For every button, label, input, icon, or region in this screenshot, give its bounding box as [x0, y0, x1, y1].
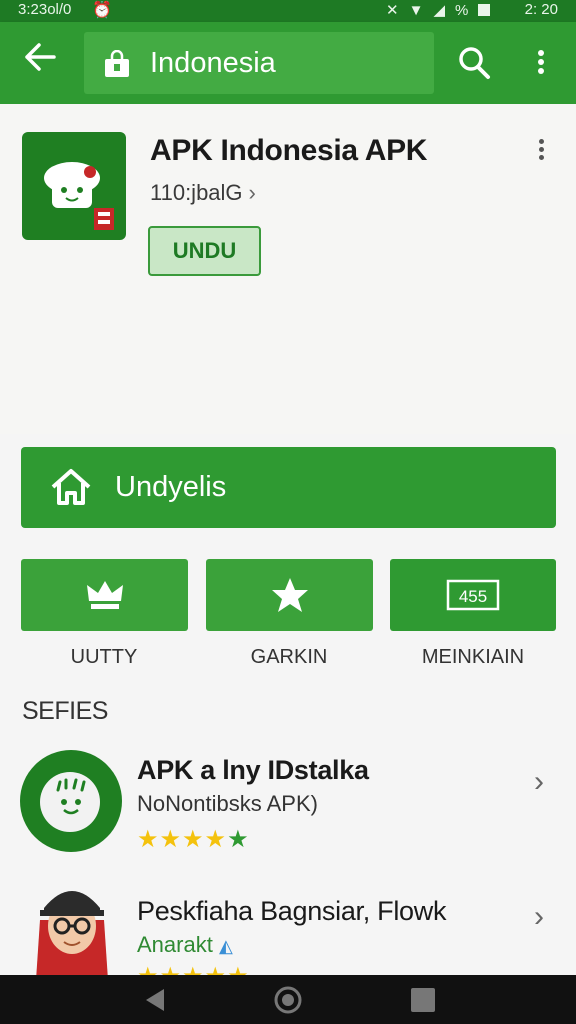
developer-name: 110:jbalG	[150, 180, 243, 205]
tile-garkin[interactable]	[206, 559, 373, 631]
section-title: SEFIES	[22, 697, 108, 725]
search-icon	[459, 47, 490, 79]
mascot-icon	[56, 778, 86, 815]
status-time-left: 3:23ol/0	[18, 1, 72, 18]
system-nav-bar	[0, 975, 576, 1024]
back-button[interactable]	[18, 42, 62, 82]
system-icons: ✕ ▼ ◢ %	[386, 1, 491, 19]
app-more-button[interactable]	[528, 136, 554, 166]
more-vert-icon	[528, 139, 554, 160]
app-icon	[22, 132, 126, 240]
app-bar: Indonesia	[0, 22, 576, 104]
list-item-title: APK a lny IDstalka	[137, 755, 369, 785]
battery-percent: %	[454, 1, 469, 19]
crown-icon	[86, 581, 123, 609]
list-item[interactable]: APK a lny IDstalka NoNontibsks APK) ★★★★…	[0, 745, 576, 865]
nav-home-icon[interactable]	[273, 985, 303, 1015]
status-bar: 3:23ol/0 ⏰ ✕ ▼ ◢ % 2: 20	[0, 0, 576, 22]
shopping-bag-icon	[105, 50, 129, 77]
more-options-button[interactable]	[524, 40, 558, 84]
chevron-right-icon: ›	[248, 180, 256, 205]
wifi-icon: ▼	[408, 1, 424, 19]
chevron-right-icon: ›	[534, 765, 544, 798]
search-query: Indonesia	[150, 47, 276, 79]
alarm-icon: ⏰	[92, 2, 112, 19]
tile-label-meinkiain: MEINKIAIN	[421, 646, 525, 668]
list-item-subtitle: NoNontibsks APK)	[137, 791, 318, 816]
arrow-left-icon	[25, 43, 56, 71]
badge-icon: 455	[446, 579, 500, 611]
status-time-right: 2: 20	[524, 1, 558, 18]
app-avatar	[20, 750, 122, 852]
home-icon	[51, 469, 91, 505]
developer-link[interactable]: 110:jbalG ›	[150, 180, 256, 206]
chevron-right-icon: ›	[534, 900, 544, 933]
mute-icon: ✕	[386, 2, 399, 19]
list-item-subtitle: Anarakt ◭	[137, 932, 233, 958]
signal-icon: ◢	[433, 2, 445, 19]
update-button[interactable]: Undyelis	[21, 447, 556, 528]
search-button[interactable]	[454, 40, 494, 84]
badge-text: 455	[459, 587, 487, 606]
battery-icon	[478, 4, 491, 16]
tile-meinkiain[interactable]: 455	[390, 559, 556, 631]
app-title: APK Indonesia APK	[150, 134, 428, 167]
install-button[interactable]: UNDU	[148, 226, 261, 276]
list-item-title: Peskfiaha Bagnsiar, Flowk	[137, 896, 447, 926]
tile-label-garkin: GARKIN	[250, 646, 328, 668]
star-icon	[271, 578, 308, 612]
update-button-label: Undyelis	[115, 471, 227, 503]
tile-label-uutty: UUTTY	[70, 646, 138, 668]
search-field[interactable]: Indonesia	[84, 32, 434, 94]
list-item-subtitle-text: Anarakt	[137, 932, 213, 957]
mascot-icon	[44, 162, 114, 230]
nav-recent-icon[interactable]	[408, 985, 438, 1015]
rating-stars: ★★★★★	[137, 826, 250, 853]
app-details-header: APK Indonesia APK 110:jbalG › UNDU	[0, 104, 576, 434]
tile-uutty[interactable]	[21, 559, 188, 631]
verified-icon: ◭	[218, 936, 233, 956]
more-vert-icon	[538, 47, 544, 77]
user-avatar	[30, 880, 114, 980]
nav-back-icon[interactable]	[140, 985, 170, 1015]
